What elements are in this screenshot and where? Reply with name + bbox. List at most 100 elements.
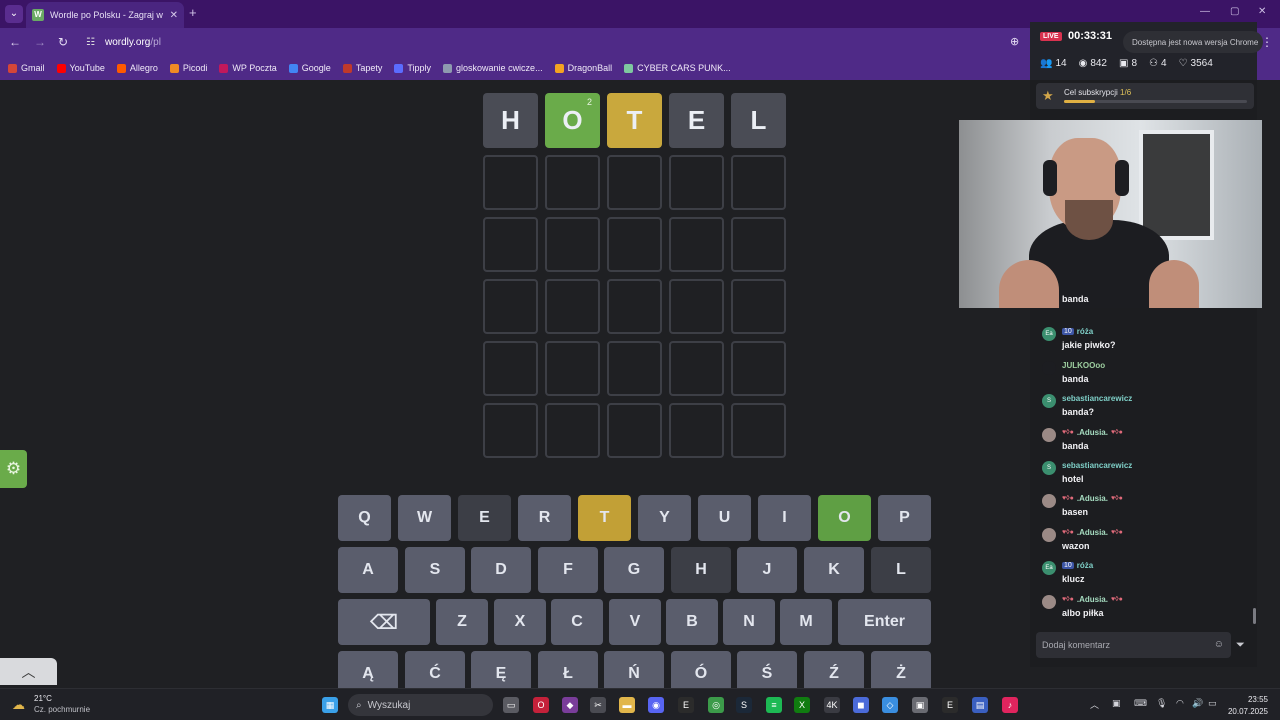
tab-search-button[interactable]: ⌄ xyxy=(5,5,23,23)
key-f[interactable]: F xyxy=(538,547,598,593)
taskbar-clock[interactable]: 23:55 20.07.2025 xyxy=(1228,694,1268,718)
app3-icon[interactable]: ◇ xyxy=(882,697,898,713)
bookmark-item[interactable]: Google xyxy=(288,63,331,73)
task-view-icon[interactable]: ▭ xyxy=(503,697,519,713)
key-z[interactable]: Z xyxy=(436,599,488,645)
key-m[interactable]: M xyxy=(780,599,832,645)
tray-app2-icon[interactable]: ⌨ xyxy=(1134,698,1147,709)
steam-icon[interactable]: S xyxy=(736,697,752,713)
site-info-icon[interactable]: ☷ xyxy=(86,37,95,48)
snipping-icon[interactable]: ✂ xyxy=(590,697,606,713)
app5-icon[interactable]: ▤ xyxy=(972,697,988,713)
key-r[interactable]: R xyxy=(518,495,571,541)
tile-count-badge: 2 xyxy=(586,97,592,107)
wifi-icon[interactable]: ◠ xyxy=(1176,698,1184,709)
zoom-icon[interactable]: ⊕ xyxy=(1010,35,1019,48)
spotify-icon[interactable]: ≡ xyxy=(766,697,782,713)
key-l[interactable]: L xyxy=(871,547,931,593)
key-u[interactable]: U xyxy=(698,495,751,541)
key-t[interactable]: T xyxy=(578,495,631,541)
key-q[interactable]: Q xyxy=(338,495,391,541)
reload-icon[interactable]: ↻ xyxy=(58,35,68,49)
bookmark-item[interactable]: Tipply xyxy=(394,63,431,73)
app-icon[interactable]: ◆ xyxy=(562,697,578,713)
key-a[interactable]: A xyxy=(338,547,398,593)
backspace-key[interactable]: ⌫ xyxy=(338,599,430,645)
key-d[interactable]: D xyxy=(471,547,531,593)
chat-username[interactable]: ♥◊● .Adusia. ♥◊● xyxy=(1062,428,1123,437)
key-e[interactable]: E xyxy=(458,495,511,541)
taskbar-search[interactable]: ⌕ Wyszukaj xyxy=(348,694,493,716)
maximize-icon[interactable]: ▢ xyxy=(1230,6,1239,17)
minimize-icon[interactable]: — xyxy=(1200,6,1210,17)
badge-emotes-icon: ♥◊● xyxy=(1110,495,1123,503)
key-o[interactable]: O xyxy=(818,495,871,541)
chat-username[interactable]: 10 róża xyxy=(1062,561,1093,570)
tiktok-icon[interactable]: ♪ xyxy=(1002,697,1018,713)
chat-username[interactable]: ♥◊● .Adusia. ♥◊● xyxy=(1062,595,1123,604)
address-bar[interactable]: ☷ wordly.org/pl xyxy=(80,31,1030,53)
key-c[interactable]: C xyxy=(551,599,603,645)
emoji-icon[interactable]: ☺ xyxy=(1214,639,1224,650)
back-arrow-icon[interactable]: ← xyxy=(9,35,21,49)
bookmark-item[interactable]: YouTube xyxy=(56,63,105,73)
epic2-icon[interactable]: E xyxy=(942,697,958,713)
discord-icon[interactable]: ◉ xyxy=(648,697,664,713)
new-tab-button[interactable]: + xyxy=(189,5,197,20)
volume-icon[interactable]: 🔊 xyxy=(1192,698,1203,709)
chrome-update-notice[interactable]: Dostępna jest nowa wersja Chrome xyxy=(1123,31,1263,53)
key-s[interactable]: S xyxy=(405,547,465,593)
app2-icon[interactable]: ◼ xyxy=(853,697,869,713)
scroll-up-button[interactable]: ︿ xyxy=(0,658,57,685)
filter-icon[interactable]: ⏷ xyxy=(1236,639,1245,652)
battery-icon[interactable]: ▭ xyxy=(1208,698,1217,709)
bookmark-item[interactable]: CYBER CARS PUNK... xyxy=(624,63,731,73)
key-v[interactable]: V xyxy=(609,599,661,645)
key-w[interactable]: W xyxy=(398,495,451,541)
key-k[interactable]: K xyxy=(804,547,864,593)
key-x[interactable]: X xyxy=(494,599,546,645)
key-n[interactable]: N xyxy=(723,599,775,645)
bookmark-item[interactable]: Picodi xyxy=(169,63,207,73)
bookmark-item[interactable]: DragonBall xyxy=(554,63,612,73)
4k-icon[interactable]: 4K xyxy=(824,697,840,713)
key-b[interactable]: B xyxy=(666,599,718,645)
stat-item: 👥 14 xyxy=(1040,58,1067,69)
xbox-icon[interactable]: X xyxy=(794,697,810,713)
key-g[interactable]: G xyxy=(604,547,664,593)
chrome-icon[interactable]: ◎ xyxy=(708,697,724,713)
bookmark-item[interactable]: Tapety xyxy=(342,63,382,73)
key-i[interactable]: I xyxy=(758,495,811,541)
chat-username[interactable]: sebastiancarewicz xyxy=(1062,461,1132,470)
file-explorer-icon[interactable]: ▬ xyxy=(619,697,635,713)
chat-username[interactable]: JULKOOoo xyxy=(1062,361,1105,370)
windows-start-icon[interactable]: ▦ xyxy=(322,697,338,713)
tray-chevron-icon[interactable]: ︿ xyxy=(1090,698,1099,711)
forward-arrow-icon[interactable]: → xyxy=(34,35,46,49)
chat-username[interactable]: ♥◊● .Adusia. ♥◊● xyxy=(1062,528,1123,537)
opera-gx-icon[interactable]: O xyxy=(533,697,549,713)
key-p[interactable]: P xyxy=(878,495,931,541)
bookmark-item[interactable]: gloskowanie cwicze... xyxy=(443,63,543,73)
epic-games-icon[interactable]: E xyxy=(678,697,694,713)
tab-close-icon[interactable]: ✕ xyxy=(170,10,178,21)
tray-app-icon[interactable]: ▣ xyxy=(1112,698,1121,709)
key-y[interactable]: Y xyxy=(638,495,691,541)
weather-cloud-icon[interactable]: ☁ xyxy=(12,697,25,713)
microphone-icon[interactable]: 🎙 xyxy=(1156,698,1167,709)
browser-tab[interactable]: W Wordle po Polsku - Zagraj w W... ✕ xyxy=(26,2,184,28)
bookmark-item[interactable]: Allegro xyxy=(116,63,158,73)
bookmark-item[interactable]: WP Poczta xyxy=(219,63,277,73)
window-close-icon[interactable]: ✕ xyxy=(1258,6,1266,17)
chat-username[interactable]: 10 róża xyxy=(1062,327,1093,336)
settings-gear-button[interactable]: ⚙ xyxy=(0,450,27,488)
app4-icon[interactable]: ▣ xyxy=(912,697,928,713)
bookmark-item[interactable]: Gmail xyxy=(8,63,45,73)
chat-username[interactable]: ♥◊● .Adusia. ♥◊● xyxy=(1062,494,1123,503)
enter-key[interactable]: Enter xyxy=(838,599,931,645)
chat-username[interactable]: sebastiancarewicz xyxy=(1062,394,1132,403)
chat-scrollbar[interactable] xyxy=(1253,608,1256,624)
key-h[interactable]: H xyxy=(671,547,731,593)
comment-input[interactable]: Dodaj komentarz ☺ xyxy=(1036,632,1231,658)
key-j[interactable]: J xyxy=(737,547,797,593)
